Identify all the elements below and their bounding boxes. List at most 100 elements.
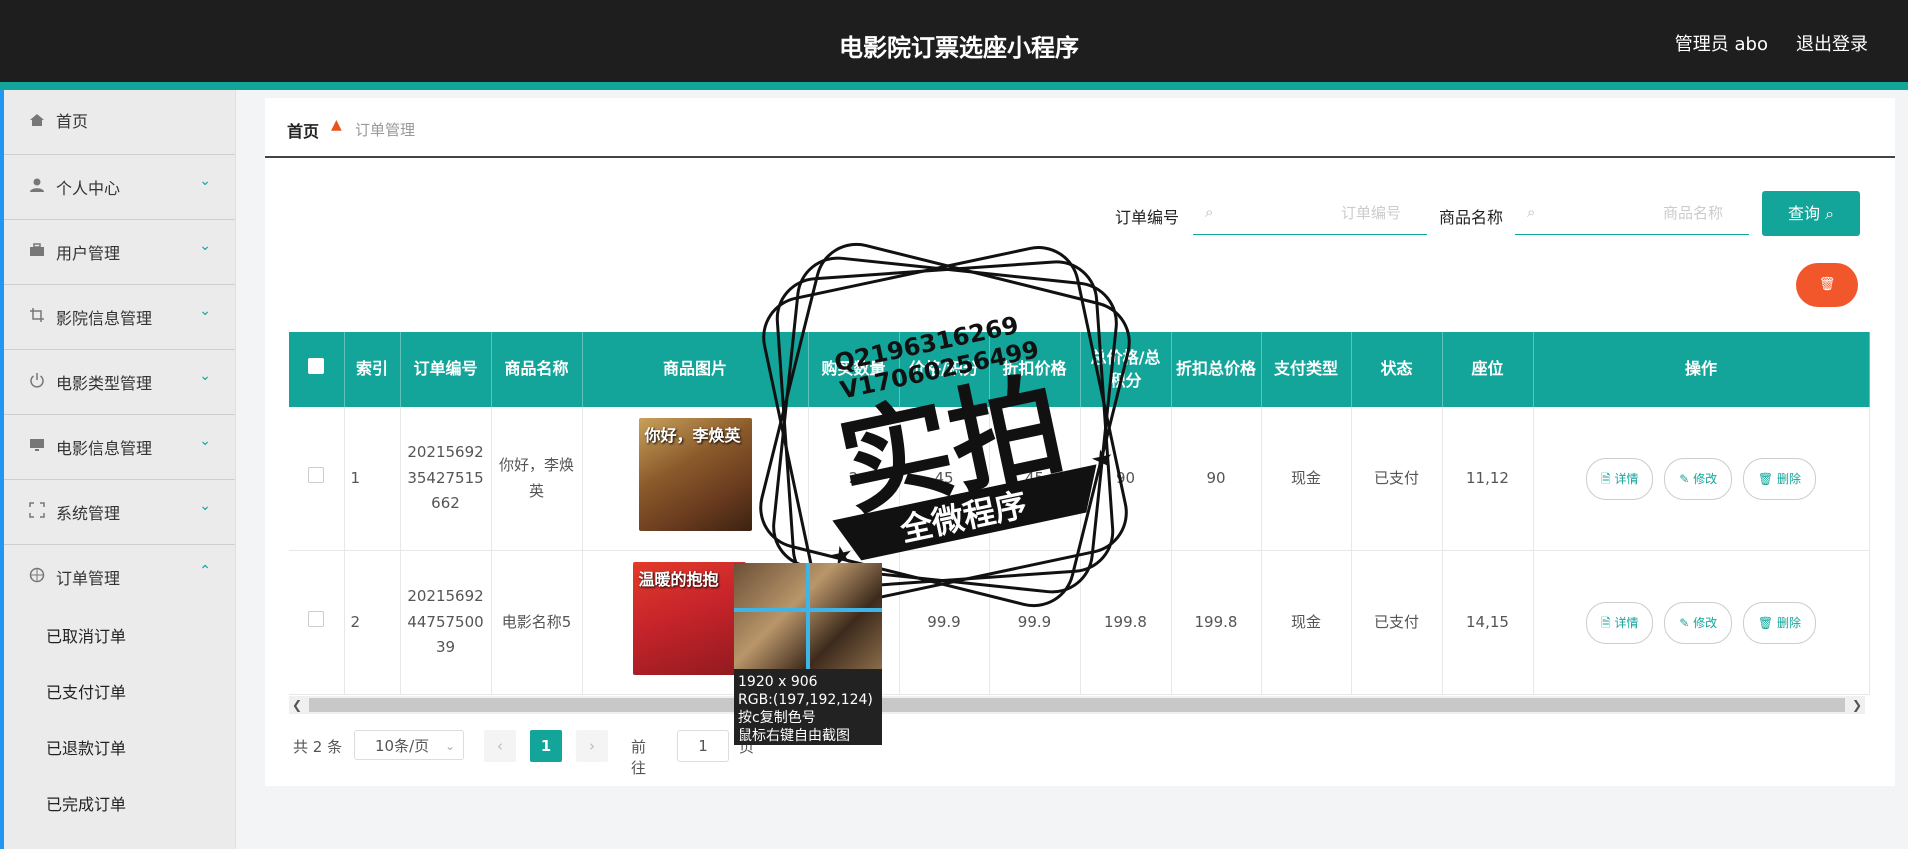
batch-delete-button[interactable]: 🗑 [1796,263,1858,307]
cell-actions: 🗎 详情 ✎ 修改 🗑 删除 [1533,550,1870,695]
delete-button-label: 删除 [1776,471,1801,486]
user-icon [28,177,46,195]
cell-price: 45 [899,407,990,551]
order-no-search: ⌕ [1193,191,1427,235]
home-icon [28,112,46,130]
scroll-left-arrow-icon[interactable]: ❮ [292,696,302,714]
trash-icon: 🗑 [1757,615,1777,630]
current-page-button[interactable]: 1 [530,730,562,762]
search-icon: ⌕ [1527,203,1536,221]
sidebar-item-users[interactable]: 用户管理 ⌄ [4,220,235,285]
fullscreen-icon [28,502,46,520]
prev-page-button[interactable]: ‹ [484,730,516,762]
edit-button-label: 修改 [1693,615,1718,630]
sidebar-item-label: 首页 [56,112,89,131]
page-size-select[interactable]: 10条/页 ⌄ [354,730,464,760]
edit-button[interactable]: ✎ 修改 [1664,601,1733,644]
trash-icon: 🗑 [1757,471,1777,486]
poster-title: 你好，李焕英 [644,425,741,445]
sidebar-item-label: 影院信息管理 [56,309,153,328]
submenu-cancelled-orders[interactable]: 已取消订单 [4,609,235,665]
delete-button[interactable]: 🗑 删除 [1742,601,1816,644]
cell-product: 电影名称5 [491,550,583,695]
cell-actions: 🗎 详情 ✎ 修改 🗑 删除 [1533,407,1870,551]
order-no-input[interactable] [1229,199,1403,227]
document-icon: 🗎 [1600,615,1615,630]
next-page-button[interactable]: › [576,730,608,762]
sidebar-item-orders[interactable]: 订单管理 ⌃ [4,545,235,609]
movie-poster-image: 你好，李焕英 [638,417,752,531]
total-count: 共 2 条 [293,738,343,756]
col-header: 座位 [1442,332,1534,407]
col-header: 购买数量 [808,332,900,407]
cell-total: 90 [1080,407,1172,551]
goto-page-input[interactable]: 1 [677,730,729,762]
col-header: 总价格/总积分 [1080,332,1172,407]
sidebar-item-cinema[interactable]: 影院信息管理 ⌄ [4,285,235,350]
sidebar-item-movie-info[interactable]: 电影信息管理 ⌄ [4,415,235,480]
table-row: 2 20215692 44757500 39 电影名称5 温暖的抱抱 2 99.… [289,550,1870,695]
sidebar: 首页 个人中心 ⌄ 用户管理 ⌄ 影院信息管理 ⌄ 电影类型管理 ⌄ 电影信息管… [4,90,236,849]
col-header: 折扣总价格 [1171,332,1262,407]
table-header-row: 索引 订单编号 商品名称 商品图片 购买数量 价格/积分 折扣价格 总价格/总积… [289,332,1870,407]
horizontal-scrollbar[interactable]: ❮ ❯ [289,696,1865,714]
breadcrumb-separator-icon: ▲ [331,117,342,133]
chevron-down-icon: ⌄ [444,739,455,753]
cell-poster: 温暖的抱抱 [582,550,809,695]
select-all-cell [289,332,345,407]
scrollbar-thumb[interactable] [309,698,1845,712]
row-checkbox[interactable] [308,610,325,627]
page-suffix-label: 页 [739,738,755,756]
sidebar-item-label: 电影类型管理 [56,374,153,393]
scroll-right-arrow-icon[interactable]: ❯ [1852,696,1862,714]
trash-icon: 🗑 [1818,277,1836,292]
submenu-completed-orders[interactable]: 已完成订单 [4,777,235,833]
product-name-input[interactable] [1551,199,1725,227]
col-header: 状态 [1351,332,1443,407]
sidebar-item-home[interactable]: 首页 [4,90,235,155]
poster-title: 温暖的抱抱 [638,569,719,589]
edit-button[interactable]: ✎ 修改 [1664,457,1733,500]
cell-index: 1 [344,407,401,551]
main-panel: 首页 ▲ 订单管理 订单编号 ⌕ 商品名称 ⌕ 查询 ⌕ 🗑 索引 订单编号 商… [265,98,1895,786]
document-icon: 🗎 [1600,471,1615,486]
detail-button-label: 详情 [1614,471,1639,486]
orders-table: 索引 订单编号 商品名称 商品图片 购买数量 价格/积分 折扣价格 总价格/总积… [289,332,1870,695]
page-size-value: 10条/页 [375,737,430,755]
chevron-down-icon: ⌄ [199,173,211,189]
sidebar-item-label: 用户管理 [56,244,121,263]
query-button[interactable]: 查询 ⌕ [1762,191,1860,236]
detail-button[interactable]: 🗎 详情 [1585,457,1654,500]
col-header: 索引 [344,332,401,407]
window-right-edge [1908,0,1918,849]
row-checkbox[interactable] [308,466,325,483]
submenu-refunded-orders[interactable]: 已退款订单 [4,721,235,777]
monitor-icon [28,437,46,455]
sidebar-item-profile[interactable]: 个人中心 ⌄ [4,155,235,220]
order-no-label: 订单编号 [1115,208,1180,227]
sidebar-item-system[interactable]: 系统管理 ⌄ [4,480,235,545]
col-header: 价格/积分 [899,332,990,407]
chevron-down-icon: ⌄ [199,433,211,449]
col-header: 折扣价格 [989,332,1081,407]
delete-button[interactable]: 🗑 删除 [1742,457,1816,500]
sidebar-item-movie-type[interactable]: 电影类型管理 ⌄ [4,350,235,415]
submenu-paid-orders[interactable]: 已支付订单 [4,665,235,721]
detail-button-label: 详情 [1614,615,1639,630]
row-select-cell [289,407,345,551]
cell-seat: 14,15 [1442,550,1534,695]
col-header: 操作 [1533,332,1870,407]
compass-icon [28,567,46,585]
sidebar-item-label: 系统管理 [56,504,121,523]
pencil-icon: ✎ [1679,471,1694,486]
chevron-down-icon: ⌄ [199,303,211,319]
breadcrumb: 首页 ▲ 订单管理 [265,98,1895,158]
cell-poster: 你好，李焕英 [582,407,809,551]
query-button-label: 查询 [1787,204,1820,223]
breadcrumb-home[interactable]: 首页 [287,118,319,142]
select-all-checkbox[interactable] [308,358,325,375]
logout-link[interactable]: 退出登录 [1796,30,1868,56]
cell-status: 已支付 [1351,407,1443,551]
detail-button[interactable]: 🗎 详情 [1585,601,1654,644]
chevron-down-icon: ⌄ [199,238,211,254]
